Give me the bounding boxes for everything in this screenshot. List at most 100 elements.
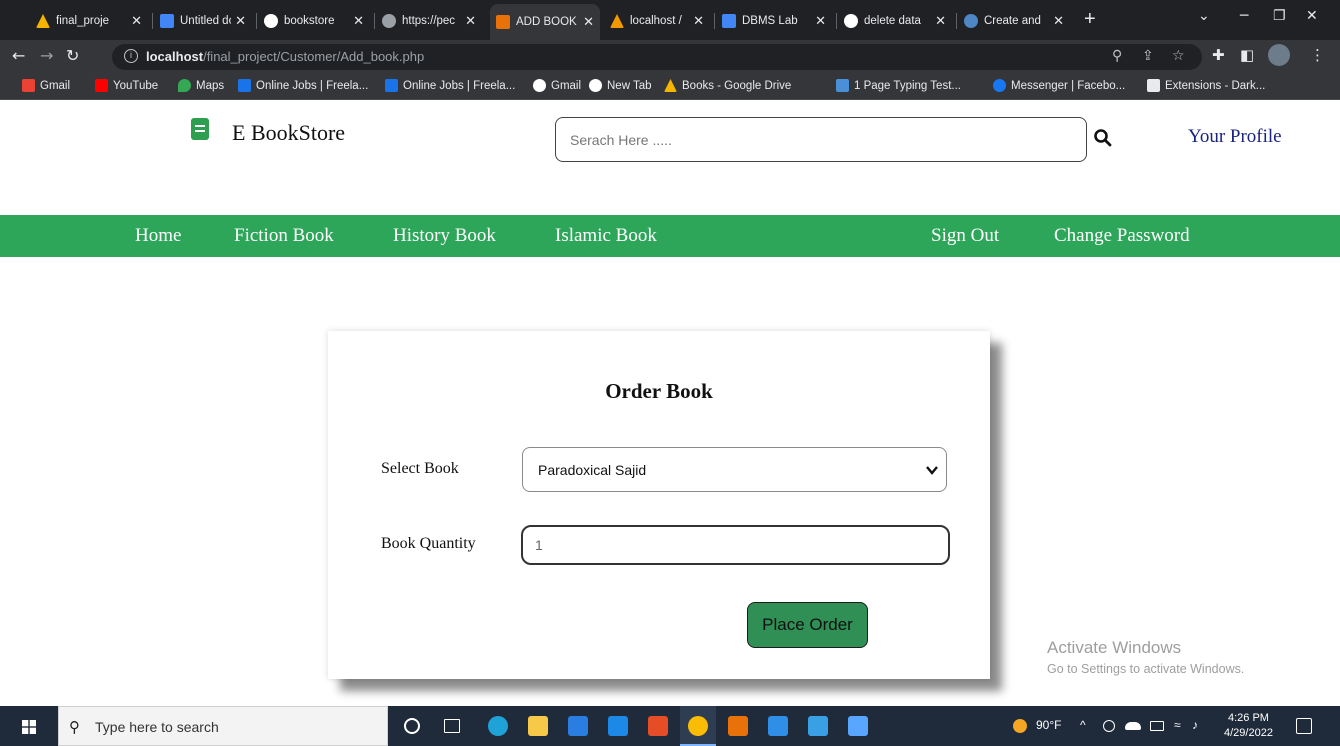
store-icon[interactable] [568, 716, 588, 736]
close-tab-icon[interactable]: ✕ [235, 13, 246, 29]
book-select[interactable]: Paradoxical Sajid [522, 447, 947, 492]
back-icon[interactable]: ← [12, 46, 25, 65]
photos-icon[interactable] [848, 716, 868, 736]
cortana-icon[interactable] [404, 718, 420, 734]
meet-now-icon[interactable] [1103, 720, 1115, 732]
side-panel-icon[interactable]: ◧ [1240, 46, 1254, 64]
share-icon[interactable]: ⇪ [1142, 48, 1154, 64]
tab-localhost[interactable]: localhost / ✕ [604, 6, 710, 36]
google-icon [533, 79, 546, 92]
search-input[interactable] [555, 117, 1087, 162]
freelancer-icon [238, 79, 251, 92]
extensions-puzzle-icon[interactable]: ✚ [1212, 46, 1225, 64]
nav-history-book[interactable]: History Book [393, 225, 496, 247]
nav-islamic-book[interactable]: Islamic Book [555, 225, 657, 247]
tray-chevron-up-icon[interactable]: ^ [1080, 718, 1086, 732]
clock-time: 4:26 PM [1227, 712, 1269, 724]
nav-home[interactable]: Home [135, 225, 181, 247]
taskbar-clock[interactable]: 4:26 PM 4/29/2022 [1224, 711, 1273, 741]
bookmark-messenger[interactable]: Messenger | Facebo... [993, 79, 1125, 92]
site-info-icon[interactable]: i [124, 49, 138, 63]
close-tab-icon[interactable]: ✕ [353, 13, 364, 29]
taskbar-search-box[interactable]: ⚲ Type here to search [58, 706, 388, 746]
bookmark-extensions[interactable]: Extensions - Dark... [1147, 79, 1265, 92]
close-tab-icon[interactable]: ✕ [935, 13, 946, 29]
battery-icon[interactable] [1150, 721, 1164, 731]
office-icon[interactable] [648, 716, 668, 736]
classroom-icon [722, 14, 736, 28]
tab-https-pec[interactable]: https://pec ✕ [376, 6, 482, 36]
search-icon[interactable] [1093, 128, 1113, 148]
tab-final-project[interactable]: final_proje ✕ [30, 6, 148, 36]
bookmark-typing-test[interactable]: 1 Page Typing Test... [836, 79, 961, 92]
edge-icon[interactable] [488, 716, 508, 736]
book-quantity-label: Book Quantity [381, 535, 476, 552]
bookmark-star-icon[interactable]: ☆ [1172, 48, 1185, 64]
task-view-icon[interactable] [444, 719, 460, 733]
bookmark-gmail[interactable]: Gmail [22, 79, 70, 92]
site-logo-text[interactable]: E BookStore [232, 120, 345, 146]
notification-center-icon[interactable] [1296, 718, 1312, 734]
tab-search-chevron-icon[interactable]: ⌄ [1198, 8, 1210, 24]
xampp-icon[interactable] [728, 716, 748, 736]
your-profile-link[interactable]: Your Profile [1188, 126, 1282, 148]
nav-change-password[interactable]: Change Password [1054, 225, 1190, 247]
close-tab-icon[interactable]: ✕ [583, 14, 594, 30]
tab-title: localhost / [630, 15, 682, 27]
wifi-icon[interactable]: ≈ [1174, 718, 1181, 732]
app-icon[interactable] [808, 716, 828, 736]
weather-sun-icon[interactable] [1013, 719, 1027, 733]
forward-icon[interactable]: → [40, 46, 53, 65]
bookmark-books-drive[interactable]: Books - Google Drive [664, 79, 791, 92]
nav-fiction-book[interactable]: Fiction Book [234, 225, 334, 247]
close-tab-icon[interactable]: ✕ [1053, 13, 1064, 29]
weather-temperature[interactable]: 90°F [1036, 718, 1061, 732]
file-explorer-icon[interactable] [528, 716, 548, 736]
tab-create-and[interactable]: Create and ✕ [958, 6, 1070, 36]
url-text[interactable]: localhost/final_project/Customer/Add_boo… [146, 49, 424, 64]
vscode-icon[interactable] [768, 716, 788, 736]
nav-sign-out[interactable]: Sign Out [931, 225, 999, 247]
bookmark-online-jobs-2[interactable]: Online Jobs | Freela... [385, 79, 515, 92]
tab-title: ADD BOOK [516, 16, 577, 28]
close-tab-icon[interactable]: ✕ [815, 13, 826, 29]
mail-icon[interactable] [608, 716, 628, 736]
minimize-icon[interactable]: ─ [1240, 8, 1248, 24]
close-window-icon[interactable]: ✕ [1306, 8, 1318, 24]
tab-untitled-doc[interactable]: Untitled do ✕ [154, 6, 252, 36]
tab-delete-data[interactable]: delete data ✕ [838, 6, 952, 36]
page-content: E BookStore Your Profile Home Fiction Bo… [0, 100, 1340, 706]
select-book-label: Select Book [381, 460, 459, 477]
bookmark-new-tab[interactable]: New Tab [589, 79, 652, 92]
close-tab-icon[interactable]: ✕ [131, 13, 142, 29]
chrome-icon[interactable] [688, 716, 708, 736]
onedrive-cloud-icon[interactable] [1125, 722, 1141, 730]
book-quantity-input[interactable] [521, 525, 950, 565]
place-order-button[interactable]: Place Order [747, 602, 868, 648]
address-bar[interactable]: i localhost/final_project/Customer/Add_b… [112, 44, 1202, 70]
menu-kebab-icon[interactable]: ⋮ [1310, 46, 1325, 64]
reload-icon[interactable]: ↻ [66, 46, 79, 65]
activate-windows-watermark: Activate Windows Go to Settings to activ… [1047, 638, 1245, 676]
browser-tab-strip: final_proje ✕ Untitled do ✕ bookstore ✕ htt… [0, 0, 1340, 40]
zoom-icon[interactable]: ⚲ [1112, 48, 1122, 64]
tab-bookstore[interactable]: bookstore ✕ [258, 6, 370, 36]
bookmark-online-jobs-1[interactable]: Online Jobs | Freela... [238, 79, 368, 92]
tab-title: final_proje [56, 15, 110, 27]
bookmark-youtube[interactable]: YouTube [95, 79, 158, 92]
main-nav-bar: Home Fiction Book History Book Islamic B… [0, 215, 1340, 257]
profile-avatar-icon[interactable] [1268, 44, 1290, 66]
volume-icon[interactable]: ♪ [1192, 718, 1198, 732]
close-tab-icon[interactable]: ✕ [693, 13, 704, 29]
bookmark-maps[interactable]: Maps [178, 79, 224, 92]
windows-start-icon[interactable] [22, 720, 36, 734]
phpmyadmin-icon [610, 14, 624, 28]
tab-add-book[interactable]: ADD BOOK ✕ [490, 4, 600, 40]
bookmark-gmail-2[interactable]: Gmail [533, 79, 581, 92]
new-tab-button[interactable]: + [1084, 8, 1096, 31]
tab-dbms-lab[interactable]: DBMS Lab ✕ [716, 6, 832, 36]
restore-icon[interactable]: ❐ [1273, 8, 1286, 24]
close-tab-icon[interactable]: ✕ [465, 13, 476, 29]
taskbar-search-placeholder: Type here to search [95, 719, 219, 735]
windows-taskbar: ⚲ Type here to search 90°F ^ ≈ ♪ 4:26 PM… [0, 706, 1340, 746]
